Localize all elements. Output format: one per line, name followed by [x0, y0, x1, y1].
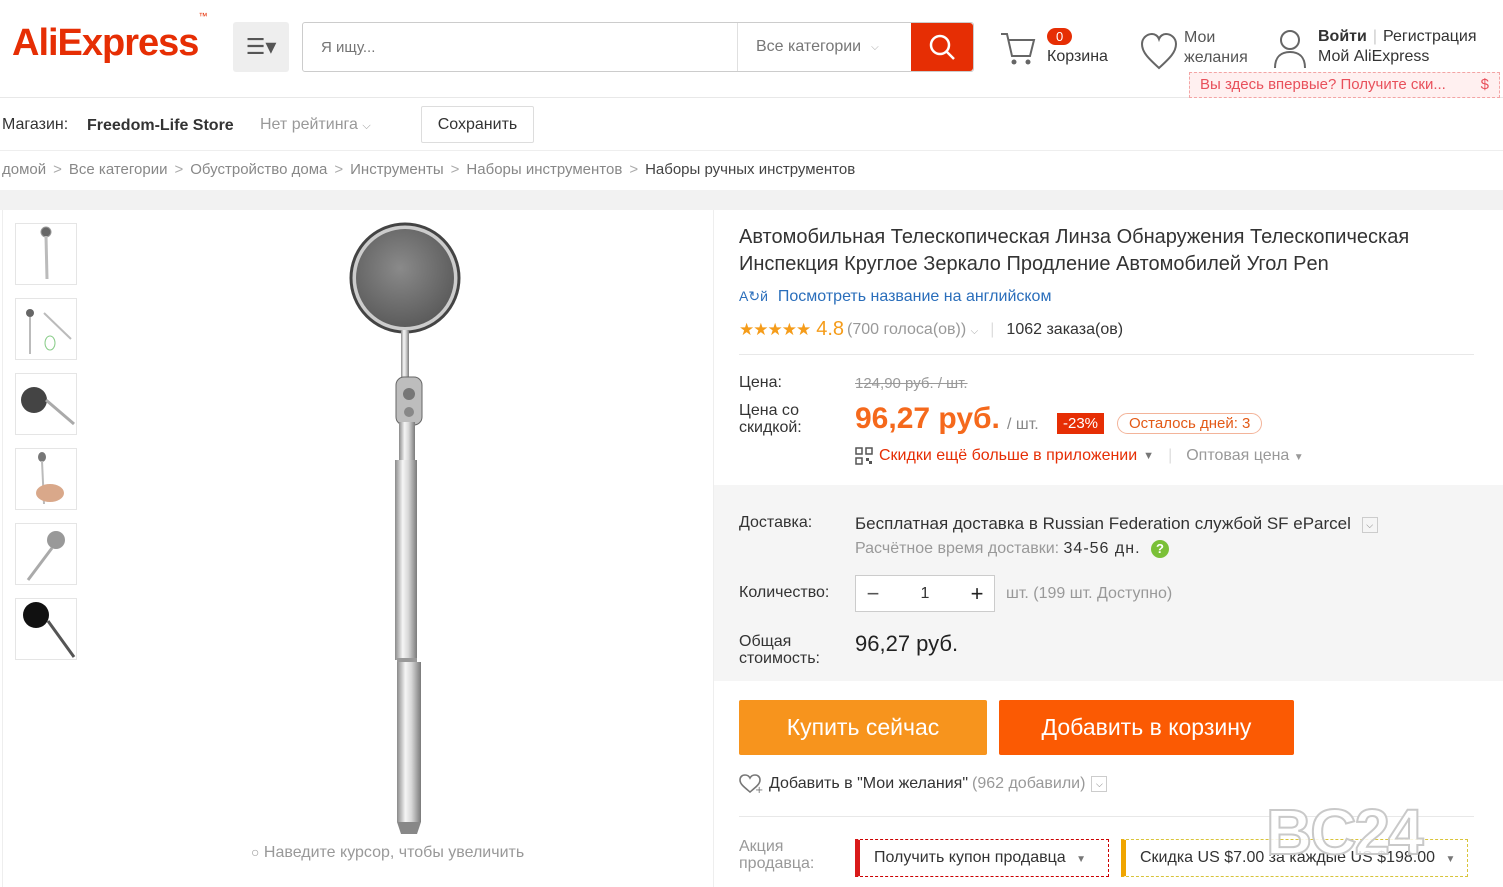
product-gallery: ○ Наведите курсор, чтобы увеличить — [2, 210, 714, 887]
chevron-down-icon: ⌵ — [970, 325, 979, 337]
magnifier-icon: ○ — [251, 844, 260, 860]
search-category-select[interactable]: Все категории ⌵ — [737, 23, 911, 71]
quantity-label: Количество: — [739, 584, 830, 601]
thumbnail-3[interactable] — [15, 373, 77, 435]
chevron-down-icon: ⌵ — [362, 120, 371, 132]
my-aliexpress-link[interactable]: Мой AliExpress — [1318, 48, 1429, 66]
chevron-down-icon: ⌵ — [871, 41, 879, 53]
cart-icon — [1001, 33, 1036, 65]
shipping-label: Доставка: — [739, 514, 813, 531]
votes-dropdown[interactable]: (700 голоса(ов)) ⌵ — [847, 321, 978, 339]
shipping-info: Бесплатная доставка в Russian Federation… — [855, 514, 1378, 534]
thumbnail-4[interactable] — [15, 448, 77, 510]
save-store-button[interactable]: Сохранить — [421, 106, 534, 143]
category-menu-button[interactable]: ☰▾ — [233, 22, 289, 72]
breadcrumb-current[interactable]: Наборы ручных инструментов — [645, 161, 855, 178]
breadcrumb-item[interactable]: Обустройство дома — [190, 161, 327, 178]
breadcrumb-item[interactable]: Инструменты — [350, 161, 444, 178]
search-bar: Все категории ⌵ — [302, 22, 974, 72]
help-icon[interactable]: ? — [1150, 540, 1169, 558]
store-bar: Магазин: Freedom-Life Store Нет рейтинга… — [0, 99, 1503, 151]
cart-label: Корзина — [1047, 48, 1108, 65]
wholesale-price-link[interactable]: Оптовая цена ▼ — [1186, 447, 1303, 465]
sale-price-label: Цена со скидкой: — [739, 402, 802, 436]
account-area: Войти | Регистрация Мой AliExpress — [1272, 26, 1502, 74]
new-user-promo-banner[interactable]: Вы здесь впервые? Получите ски... $ — [1189, 72, 1500, 98]
buy-now-button[interactable]: Купить сейчас — [739, 700, 987, 755]
shipping-destination-link[interactable]: Russian Federation службой SF eParcel — [1043, 514, 1351, 533]
store-name-link[interactable]: Freedom-Life Store — [87, 117, 234, 135]
rating-stars: ★★★★★ — [739, 319, 811, 339]
total-price: 96,27 руб. — [855, 631, 959, 656]
search-icon — [929, 34, 955, 60]
dollar-icon: $ — [1480, 76, 1489, 93]
aliexpress-logo[interactable]: AliExpress™ — [12, 11, 207, 65]
seller-coupon-button[interactable]: Получить купон продавца ▼ — [855, 839, 1109, 877]
per-unit: / шт. — [1007, 416, 1039, 433]
total-label: Общая стоимость: — [739, 633, 820, 667]
app-discount-row: Скидки ещё больше в приложении ▼ | Оптов… — [855, 447, 1304, 465]
thumbnail-5[interactable] — [15, 523, 77, 585]
quantity-input[interactable]: 1 — [890, 585, 960, 603]
svg-text:+: + — [755, 785, 763, 794]
watermark-logo: BC24 — [1265, 795, 1425, 869]
quantity-decrease-button[interactable]: − — [856, 581, 890, 607]
delivery-estimate: Расчётное время доставки: 34-56 дн. ? — [855, 540, 1169, 558]
cart-count-badge: 0 — [1047, 28, 1073, 45]
breadcrumb-item[interactable]: Все категории — [69, 161, 168, 178]
qr-code-icon — [855, 447, 873, 465]
add-to-cart-button[interactable]: Добавить в корзину — [999, 700, 1294, 755]
breadcrumb-item[interactable]: домой — [2, 161, 46, 178]
site-header: AliExpress™ ☰▾ Все категории ⌵ 0 Корзина… — [0, 0, 1503, 98]
menu-icon: ☰▾ — [245, 34, 277, 59]
seller-promo-label: Акция продавца: — [739, 838, 815, 872]
quantity-increase-button[interactable]: + — [960, 581, 994, 607]
quantity-available: шт. (199 шт. Доступно) — [1006, 585, 1173, 602]
search-input[interactable] — [303, 23, 737, 71]
wishlist-link[interactable]: Мои желания — [1140, 28, 1260, 72]
rating-value: 4.8 — [816, 318, 845, 340]
product-title: Автомобильная Телескопическая Линза Обна… — [739, 226, 1410, 275]
heart-icon — [1140, 32, 1178, 70]
original-price: 124,90 руб. / шт. — [855, 375, 968, 392]
user-icon — [1274, 30, 1306, 69]
quantity-stepper: − 1 + — [855, 575, 995, 612]
price-label: Цена: — [739, 374, 782, 391]
register-link[interactable]: Регистрация — [1383, 28, 1477, 45]
section-divider — [0, 190, 1503, 210]
wishlist-dropdown-button[interactable]: ⌵ — [1091, 776, 1108, 792]
caret-down-icon: ▼ — [1293, 452, 1304, 463]
breadcrumb: домой > Все категории > Обустройство дома > Ин… — [2, 161, 856, 178]
thumbnail-6[interactable] — [15, 598, 77, 660]
caret-down-icon: ▼ — [1076, 854, 1087, 865]
discount-badge: -23% — [1057, 413, 1105, 434]
product-detail-panel: Автомобильная Телескопическая Линза Обна… — [714, 210, 1503, 887]
login-link[interactable]: Войти — [1318, 28, 1367, 45]
thumbnail-1[interactable] — [15, 223, 77, 285]
store-rating-dropdown[interactable]: Нет рейтинга ⌵ — [260, 116, 371, 134]
app-discount-link[interactable]: Скидки ещё больше в приложении — [879, 447, 1137, 465]
sale-price: 96,27 руб. — [855, 402, 1000, 435]
search-button[interactable] — [911, 23, 973, 71]
breadcrumb-item[interactable]: Наборы инструментов — [466, 161, 622, 178]
caret-down-icon: ▼ — [1445, 854, 1456, 865]
caret-down-icon: ▼ — [1143, 450, 1155, 462]
zoom-hint: ○ Наведите курсор, чтобы увеличить — [251, 844, 525, 861]
heart-plus-icon: + — [739, 774, 763, 794]
orders-count: 1062 заказа(ов) — [1006, 320, 1124, 338]
rating-row: ★★★★★ 4.8 (700 голоса(ов)) ⌵ | 1062 зака… — [739, 318, 1124, 340]
divider — [739, 354, 1474, 355]
thumbnail-2[interactable] — [15, 298, 77, 360]
shipping-dropdown-button[interactable]: ⌵ — [1361, 516, 1378, 533]
translate-icon: A↻й — [739, 288, 768, 304]
add-to-wishlist[interactable]: + Добавить в "Мои желания" (962 добавили… — [739, 774, 1108, 794]
days-left-badge: Осталось дней: 3 — [1117, 413, 1263, 434]
store-label: Магазин: — [2, 116, 69, 133]
translate-title-link[interactable]: A↻й Посмотреть название на английском — [739, 288, 1051, 306]
cart-link[interactable]: 0 Корзина — [998, 28, 1118, 72]
product-main-image[interactable] — [333, 222, 483, 842]
